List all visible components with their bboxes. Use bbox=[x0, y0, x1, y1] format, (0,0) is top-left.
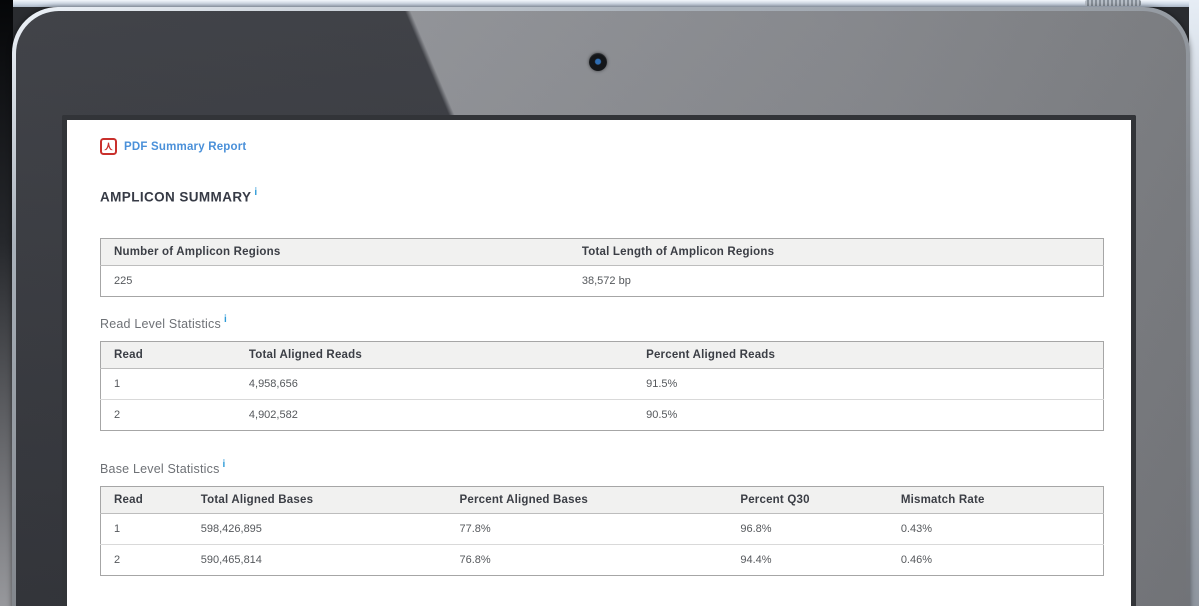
table-cell: 77.8% bbox=[447, 513, 728, 544]
table-row: 2 590,465,814 76.8% 94.4% 0.46% bbox=[101, 544, 1104, 575]
table-cell: 76.8% bbox=[447, 544, 728, 575]
page-title-text: AMPLICON SUMMARY bbox=[100, 190, 251, 205]
tablet-frame: PDF Summary Report AMPLICON SUMMARYi Num… bbox=[12, 7, 1190, 606]
report-page: PDF Summary Report AMPLICON SUMMARYi Num… bbox=[67, 120, 1131, 606]
table-cell: 598,426,895 bbox=[188, 513, 447, 544]
table-cell: 1 bbox=[101, 368, 236, 399]
table-cell: 2 bbox=[101, 399, 236, 430]
table-cell: 4,902,582 bbox=[236, 399, 633, 430]
read-level-table: Read Total Aligned Reads Percent Aligned… bbox=[100, 341, 1104, 431]
table-cell: 94.4% bbox=[727, 544, 887, 575]
column-header-mismatch-rate: Mismatch Rate bbox=[888, 486, 1104, 513]
table-row: 2 4,902,582 90.5% bbox=[101, 399, 1104, 430]
column-header-total-length-of-amplicon-regions: Total Length of Amplicon Regions bbox=[569, 238, 1104, 265]
page-title: AMPLICON SUMMARYi bbox=[100, 188, 1104, 205]
table-cell: 225 bbox=[101, 265, 569, 296]
tablet-bezel: PDF Summary Report AMPLICON SUMMARYi Num… bbox=[16, 11, 1186, 606]
tablet-camera bbox=[589, 53, 607, 71]
table-header-row: Read Total Aligned Bases Percent Aligned… bbox=[101, 486, 1104, 513]
column-header-percent-aligned-bases: Percent Aligned Bases bbox=[447, 486, 728, 513]
tablet-screen: PDF Summary Report AMPLICON SUMMARYi Num… bbox=[62, 115, 1136, 606]
table-row: 1 4,958,656 91.5% bbox=[101, 368, 1104, 399]
background-top-highlight bbox=[0, 0, 1199, 7]
column-header-percent-q30: Percent Q30 bbox=[727, 486, 887, 513]
table-header-row: Number of Amplicon Regions Total Length … bbox=[101, 238, 1104, 265]
table-cell: 1 bbox=[101, 513, 188, 544]
base-level-info-icon[interactable]: i bbox=[223, 459, 226, 470]
table-cell: 2 bbox=[101, 544, 188, 575]
pdf-icon bbox=[100, 138, 117, 155]
column-header-number-of-amplicon-regions: Number of Amplicon Regions bbox=[101, 238, 569, 265]
amplicon-summary-table: Number of Amplicon Regions Total Length … bbox=[100, 238, 1104, 297]
amplicon-summary-info-icon[interactable]: i bbox=[254, 187, 257, 198]
table-header-row: Read Total Aligned Reads Percent Aligned… bbox=[101, 341, 1104, 368]
section-label-read-level: Read Level Statisticsi bbox=[100, 315, 1104, 331]
base-level-table: Read Total Aligned Bases Percent Aligned… bbox=[100, 486, 1104, 576]
table-cell: 90.5% bbox=[633, 399, 1103, 430]
tablet-top-button bbox=[1085, 0, 1141, 6]
table-cell: 96.8% bbox=[727, 513, 887, 544]
table-cell: 0.43% bbox=[888, 513, 1104, 544]
column-header-total-aligned-bases: Total Aligned Bases bbox=[188, 486, 447, 513]
section-label-text: Read Level Statistics bbox=[100, 317, 221, 331]
table-row: 1 598,426,895 77.8% 96.8% 0.43% bbox=[101, 513, 1104, 544]
pdf-summary-report-link[interactable]: PDF Summary Report bbox=[100, 138, 246, 155]
section-label-text: Base Level Statistics bbox=[100, 462, 220, 476]
read-level-info-icon[interactable]: i bbox=[224, 314, 227, 325]
table-cell: 38,572 bp bbox=[569, 265, 1104, 296]
background-right-edge bbox=[1189, 0, 1199, 606]
table-cell: 590,465,814 bbox=[188, 544, 447, 575]
section-label-base-level: Base Level Statisticsi bbox=[100, 460, 1104, 476]
pdf-link-label: PDF Summary Report bbox=[124, 141, 246, 153]
table-cell: 0.46% bbox=[888, 544, 1104, 575]
column-header-read: Read bbox=[101, 486, 188, 513]
table-cell: 4,958,656 bbox=[236, 368, 633, 399]
column-header-total-aligned-reads: Total Aligned Reads bbox=[236, 341, 633, 368]
column-header-read: Read bbox=[101, 341, 236, 368]
table-cell: 91.5% bbox=[633, 368, 1103, 399]
table-row: 225 38,572 bp bbox=[101, 265, 1104, 296]
column-header-percent-aligned-reads: Percent Aligned Reads bbox=[633, 341, 1103, 368]
